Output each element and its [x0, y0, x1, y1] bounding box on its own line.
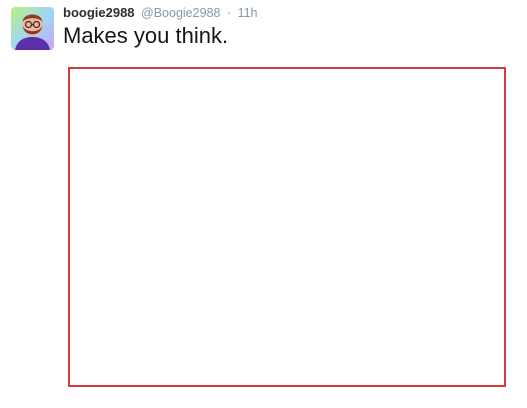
- header-separator: ·: [226, 6, 232, 20]
- tweet: boogie2988 @Boogie2988 · 11h Makes you t…: [0, 0, 527, 408]
- user-handle[interactable]: @Boogie2988: [141, 6, 220, 20]
- user-avatar-icon: [11, 7, 54, 50]
- tweet-header: boogie2988 @Boogie2988 · 11h: [63, 5, 258, 21]
- display-name[interactable]: boogie2988: [63, 5, 135, 20]
- tweet-media[interactable]: [68, 67, 506, 387]
- avatar[interactable]: [11, 7, 54, 50]
- tweet-timestamp[interactable]: 11h: [238, 6, 258, 20]
- tweet-text: Makes you think.: [63, 23, 229, 48]
